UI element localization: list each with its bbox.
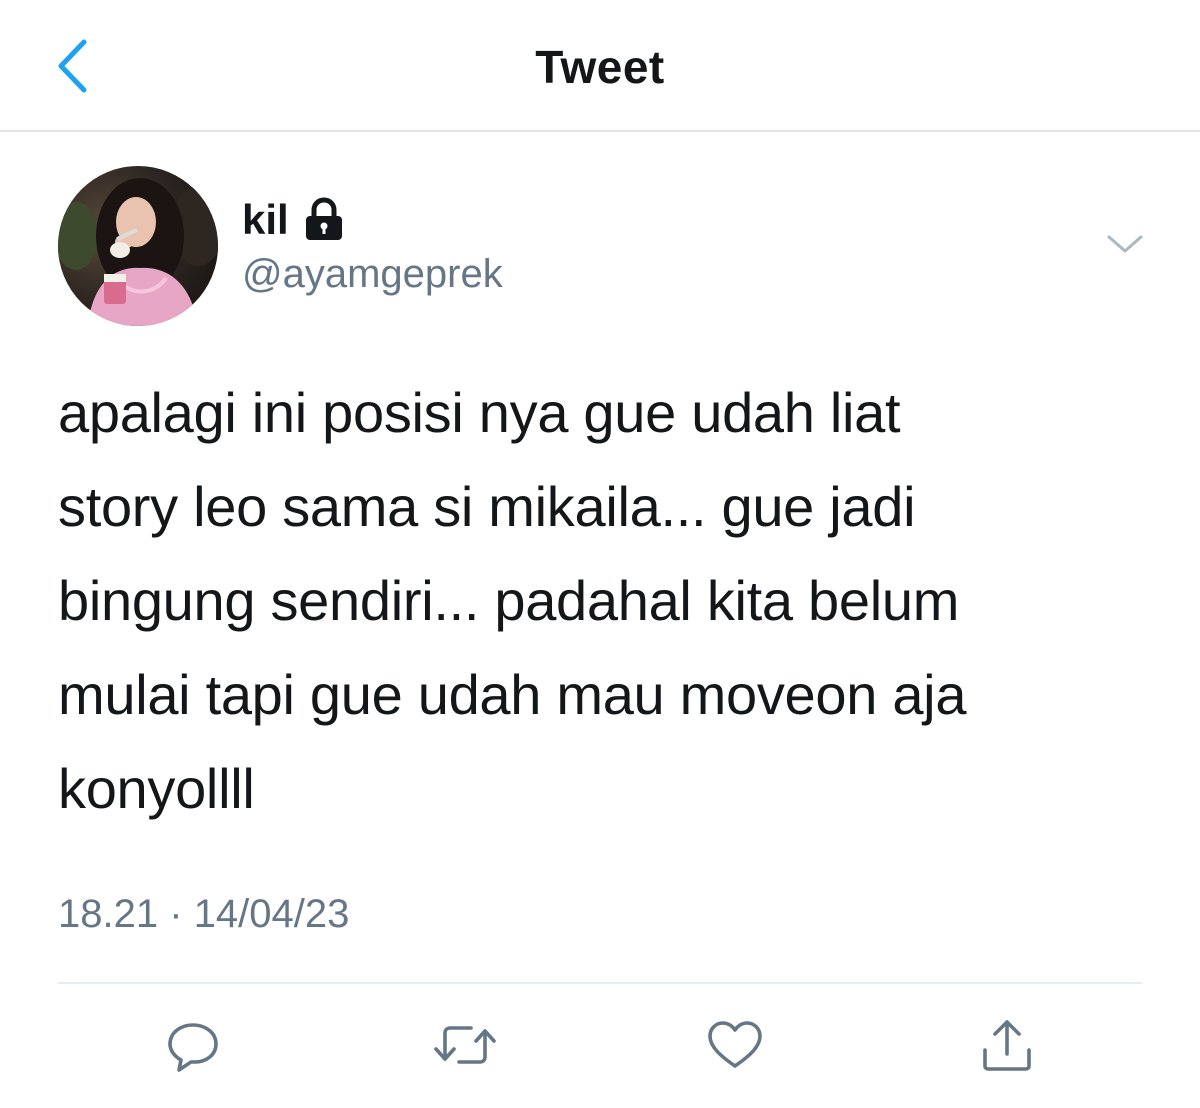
user-handle[interactable]: @ayamgeprek [242, 252, 503, 297]
retweet-icon [433, 1017, 497, 1078]
like-button[interactable] [700, 1012, 770, 1082]
divider [58, 982, 1142, 984]
lock-icon [301, 196, 347, 244]
meta-separator: · [169, 892, 183, 936]
more-options-button[interactable] [1100, 224, 1150, 268]
page-title: Tweet [535, 41, 665, 93]
avatar[interactable] [58, 166, 218, 326]
tweet-detail-screen: Tweet kil @ayamgeprek apalagi ini posisi… [0, 0, 1200, 1108]
tweet-text: apalagi ini posisi nya gue udah liat sto… [58, 381, 967, 820]
reply-icon [165, 1017, 221, 1078]
tweet-timestamp[interactable]: 18.21 · 14/04/23 [58, 892, 349, 937]
chevron-down-icon [1105, 232, 1145, 261]
share-button[interactable] [972, 1012, 1042, 1082]
retweet-button[interactable] [430, 1012, 500, 1082]
author-name-row[interactable]: kil [242, 192, 347, 248]
top-nav-bar: Tweet [0, 0, 1200, 132]
share-icon [979, 1016, 1035, 1079]
tweet-date: 14/04/23 [193, 892, 350, 936]
reply-button[interactable] [158, 1012, 228, 1082]
heart-icon [706, 1019, 764, 1076]
tweet-actions-bar [0, 1012, 1200, 1082]
display-name[interactable]: kil [242, 196, 289, 244]
tweet-time: 18.21 [58, 892, 159, 936]
